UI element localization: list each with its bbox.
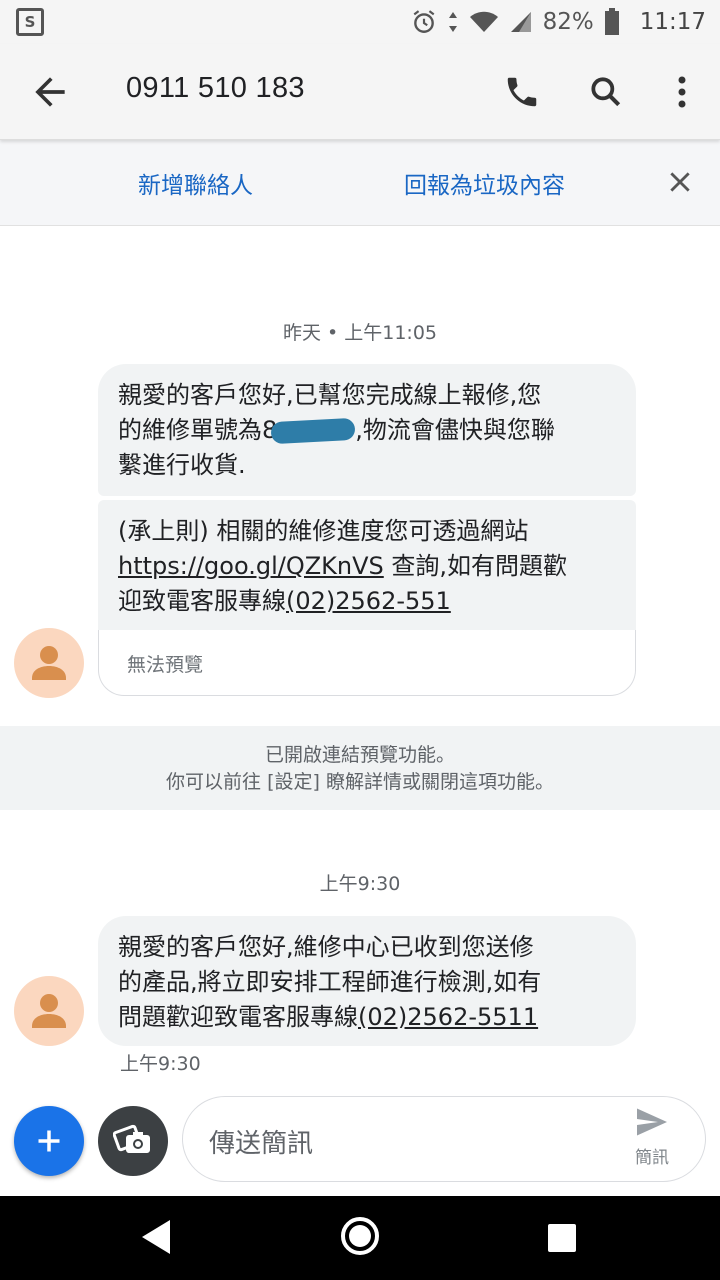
search-icon [591,77,621,107]
status-icons: 82% 11:17 [411,0,706,44]
message-timestamp: 昨天 • 上午11:05 [282,322,438,344]
call-button[interactable] [498,68,546,116]
clock: 11:17 [639,9,706,35]
message-text: 查詢,如有問題歡 [383,552,568,580]
message-line: 迎致電客服專線(02)2562-551 [118,584,616,619]
dismiss-button[interactable] [660,162,700,202]
message-line: 的產品,將立即安排工程師進行檢測,如有 [118,968,542,996]
app-bar: 0911 510 183 [0,44,720,140]
phone-icon [507,77,537,107]
phone-link[interactable]: (02)2562-5511 [358,1003,538,1031]
contact-avatar-icon [32,994,66,1028]
battery-percent: 82% [542,9,594,35]
phone-link[interactable]: (02)2562-551 [286,587,451,615]
status-bar: S 82% 11:17 [0,0,720,44]
send-button[interactable]: 簡訊 [625,1107,679,1173]
nav-home-button[interactable] [338,1214,382,1262]
nav-back-button[interactable] [138,1216,174,1262]
signal-icon [510,12,531,32]
send-icon [637,1108,667,1136]
more-options-button[interactable] [658,68,706,116]
notice-line: 你可以前往 [設定] 瞭解詳情或關閉這項功能。 [166,771,554,793]
report-spam-button[interactable]: 回報為垃圾內容 [404,166,565,200]
search-button[interactable] [582,68,630,116]
message-line: 繫進行收貨. [118,451,246,479]
message-link[interactable]: https://goo.gl/QZKnVS [118,552,384,580]
send-type-label: 簡訊 [635,1148,669,1168]
message-line: https://goo.gl/QZKnVS 查詢,如有問題歡 [118,549,616,584]
message-line: (承上則) 相關的維修進度您可透過網站 [118,517,529,545]
back-button[interactable] [28,70,72,114]
camera-gallery-icon [113,1124,150,1153]
incoming-message[interactable]: 親愛的客戶您好,已幫您完成線上報修,您 的維修單號為8 ,物流會儘快與您聯 繫進行… [98,364,636,496]
preview-unavailable-label: 無法預覽 [127,654,204,676]
back-arrow-icon [35,77,65,107]
link-preview-card[interactable]: 無法預覽 [98,630,636,696]
message-text: 迎致電客服專線 [118,587,286,615]
message-time: 上午9:30 [120,1053,201,1075]
incoming-message[interactable]: 親愛的客戶您好,維修中心已收到您送修 的產品,將立即安排工程師進行檢測,如有 問… [98,916,636,1046]
incoming-message[interactable]: (承上則) 相關的維修進度您可透過網站 https://goo.gl/QZKnV… [98,500,636,632]
attach-button[interactable] [14,1106,84,1176]
nav-back-icon [142,1220,170,1254]
message-input[interactable]: 傳送簡訊 簡訊 [182,1096,706,1182]
add-contact-button[interactable]: 新增聯絡人 [138,166,253,200]
system-navigation-bar [0,1196,720,1280]
link-preview-notice[interactable]: 已開啟連結預覽功能。 你可以前往 [設定] 瞭解詳情或關閉這項功能。 [0,726,720,810]
data-arrows-icon [448,12,457,32]
contact-avatar[interactable] [14,628,84,698]
battery-icon [604,8,619,35]
plus-icon [38,1130,60,1152]
message-line: 親愛的客戶您好,維修中心已收到您送修 [118,933,534,961]
message-input-placeholder: 傳送簡訊 [209,1129,314,1159]
conversation-title: 0911 510 183 [126,72,305,104]
message-text: 的維修單號為8 [118,416,278,444]
message-text: ,物流會儘快與您聯 [355,416,555,444]
message-timestamp: 上午9:30 [319,873,401,895]
app-icon: S [16,8,44,36]
nav-recent-icon[interactable] [548,1224,576,1252]
more-vert-icon [678,76,686,108]
message-line: 問題歡迎致電客服專線(02)2562-5511 [118,1000,616,1035]
alarm-icon [413,10,434,33]
wifi-icon [469,11,498,32]
close-icon [670,172,690,192]
message-line: 親愛的客戶您好,已幫您完成線上報修,您 [118,381,542,409]
gallery-button[interactable] [98,1106,168,1176]
notice-line: 已開啟連結預覽功能。 [264,744,455,766]
contact-avatar-icon [32,646,66,680]
contact-avatar[interactable] [14,976,84,1046]
message-line: 的維修單號為8 ,物流會儘快與您聯 [118,413,616,448]
redaction-mark [270,417,356,445]
nav-home-icon [341,1217,379,1255]
message-text: 問題歡迎致電客服專線 [118,1003,358,1031]
unknown-sender-actions: 新增聯絡人 回報為垃圾內容 [0,140,720,226]
